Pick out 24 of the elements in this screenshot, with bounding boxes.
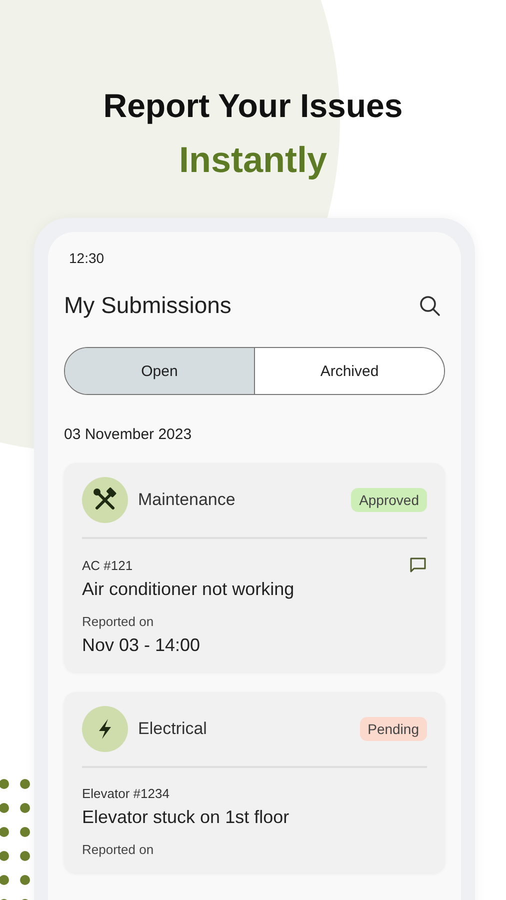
comment-icon[interactable] [409, 557, 427, 573]
headline-accent: Instantly [178, 138, 328, 182]
category-label: Maintenance [138, 490, 236, 510]
filter-tab[interactable]: Open [65, 348, 254, 394]
asset-code: AC #121 [82, 558, 133, 572]
issue-title: Air conditioner not working [82, 579, 296, 600]
submission-card[interactable]: Maintenance Approved AC #121 Air conditioner not working Reported on Nov 03 - 14:00 [64, 463, 445, 672]
reported-label: Reported on [82, 842, 155, 857]
headline: Report Your Issues [102, 86, 404, 126]
tools-icon [82, 477, 128, 523]
submission-card[interactable]: Electrical Pending Elevator #1234 Elevator stuck on 1st floor Reported on [64, 692, 445, 873]
asset-code: Elevator #1234 [82, 786, 170, 801]
issue-title: Elevator stuck on 1st floor [82, 807, 290, 828]
reported-label: Reported on [82, 614, 155, 629]
date-heading: 03 November 2023 [64, 426, 193, 443]
status-badge: Pending [360, 717, 427, 741]
screen-title: My Submissions [64, 292, 232, 319]
filter-tab[interactable]: Archived [254, 348, 444, 394]
reported-time: Nov 03 - 14:00 [82, 635, 202, 656]
lightning-icon [82, 706, 128, 752]
category-label: Electrical [138, 719, 208, 739]
status-badge: Approved [351, 488, 427, 512]
status-time: 12:30 [68, 250, 106, 266]
search-icon[interactable] [419, 294, 441, 316]
